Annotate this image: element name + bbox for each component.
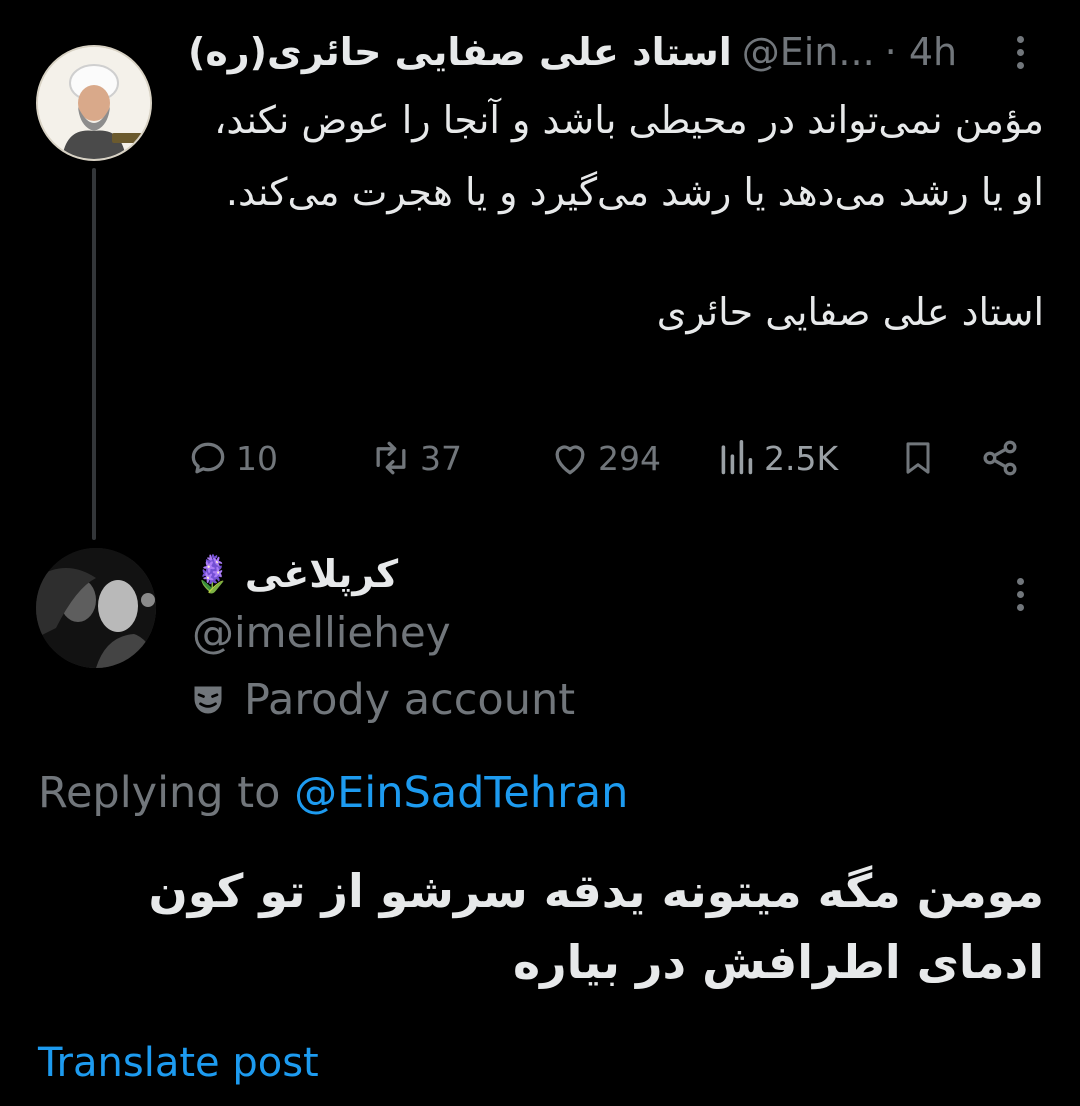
parent-timestamp[interactable]: · 4h <box>885 30 957 74</box>
retweet-button[interactable]: 37 <box>368 430 462 486</box>
tweet-thread: استاد علی صفایی حائری(ره) @Ein... · 4h م… <box>0 0 1080 1106</box>
hyacinth-flower-icon: 🪻 <box>190 554 235 595</box>
replying-to-line: Replying to @EinSadTehran <box>38 768 628 818</box>
replying-prefix: Replying to <box>38 768 281 818</box>
heart-icon <box>555 445 585 475</box>
parent-paragraph: مؤمن نمی‌تواند در محیطی باشد و آنجا را ع… <box>214 98 1044 215</box>
parent-header: استاد علی صفایی حائری(ره) @Ein... · 4h <box>188 22 988 82</box>
share-icon <box>983 440 1017 476</box>
translate-post-link[interactable]: Translate post <box>38 1040 319 1086</box>
views-count: 2.5K <box>764 438 839 478</box>
profile-photo-bw-icon <box>36 548 156 668</box>
reply-handle[interactable]: @imelliehey <box>192 608 451 657</box>
parent-avatar[interactable] <box>36 45 152 161</box>
thread-connector-line <box>92 168 96 540</box>
parent-tweet-text: مؤمن نمی‌تواند در محیطی باشد و آنجا را ع… <box>186 84 1044 349</box>
parent-author-name[interactable]: استاد علی صفایی حائری(ره) <box>188 30 732 74</box>
reply-author-row[interactable]: 🪻 کرپلاغی <box>190 546 398 602</box>
reply-author-name: کرپلاغی <box>244 552 399 596</box>
replying-to-mention-link[interactable]: @EinSadTehran <box>294 768 628 818</box>
parent-signature: استاد علی صفایی حائری <box>656 290 1044 335</box>
reply-tweet-text: مومن مگه میتونه یدقه سرشو از تو کون ادما… <box>148 864 1044 990</box>
bookmark-button[interactable] <box>898 430 938 486</box>
reply-button[interactable]: 10 <box>186 430 278 486</box>
profile-photo-cleric-icon <box>38 47 150 159</box>
theater-mask-icon <box>194 686 222 714</box>
views-bar-chart-icon <box>721 439 753 475</box>
parody-account-badge: Parody account <box>190 672 575 728</box>
reply-avatar[interactable] <box>36 548 156 668</box>
retweet-count: 37 <box>420 438 462 478</box>
parent-more-options-icon[interactable] <box>1002 28 1038 76</box>
like-button[interactable]: 294 <box>548 430 661 486</box>
parent-handle[interactable]: @Ein... <box>742 30 875 74</box>
share-button[interactable] <box>978 430 1022 486</box>
bookmark-icon <box>906 442 930 474</box>
reply-icon <box>191 442 225 474</box>
reply-count: 10 <box>236 438 278 478</box>
parody-label: Parody account <box>244 675 576 725</box>
views-button[interactable]: 2.5K <box>718 430 838 486</box>
parent-action-bar: 10 37 294 2.5K <box>186 430 1026 486</box>
retweet-icon <box>376 441 406 475</box>
like-count: 294 <box>598 438 661 478</box>
reply-more-options-icon[interactable] <box>1002 570 1038 618</box>
